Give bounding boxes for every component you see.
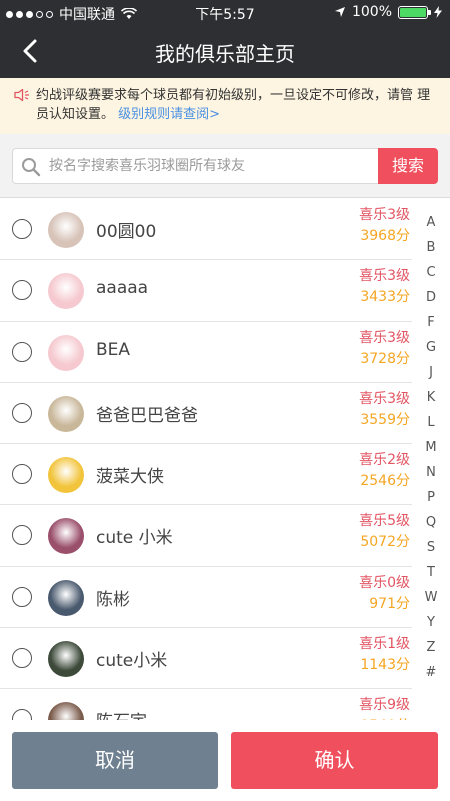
confirm-button[interactable]: 确认 (231, 732, 438, 789)
avatar (48, 334, 84, 371)
page-title: 我的俱乐部主页 (155, 42, 295, 66)
select-radio[interactable] (12, 341, 32, 362)
member-name: 爸爸巴巴爸爸 (96, 405, 198, 426)
index-letter[interactable]: D (418, 285, 444, 310)
member-level: 喜乐2级 (359, 452, 410, 469)
select-radio[interactable] (12, 586, 32, 607)
notice-banner: 约战评级赛要求每个球员都有初始级别，一旦设定不可修改，请管 理员认知设置。 级别… (0, 78, 450, 134)
avatar (48, 395, 84, 432)
index-letter[interactable]: S (418, 535, 444, 560)
rules-link[interactable]: 级别规则请查阅> (118, 107, 220, 122)
member-score: 2546分 (360, 473, 410, 490)
search-icon (22, 158, 41, 177)
nav-bar: 我的俱乐部主页 (0, 26, 450, 78)
select-radio[interactable] (12, 709, 32, 720)
member-score: 3728分 (360, 350, 410, 367)
index-letter[interactable]: W (418, 585, 444, 610)
select-radio[interactable] (12, 525, 32, 546)
index-letter[interactable]: T (418, 560, 444, 585)
member-row[interactable]: BEA 喜乐3级 3728分 (0, 322, 412, 383)
member-row[interactable]: 菠菜大侠 喜乐2级 2546分 (0, 444, 412, 506)
index-letter[interactable]: B (418, 235, 444, 260)
search-button[interactable]: 搜索 (378, 148, 438, 184)
member-name: BEA (96, 339, 131, 360)
index-letter[interactable]: # (418, 660, 444, 685)
member-name: 菠菜大侠 (96, 467, 164, 488)
index-letter[interactable]: Y (418, 610, 444, 635)
index-letter[interactable]: F (418, 310, 444, 335)
member-level: 喜乐3级 (359, 268, 410, 285)
member-level: 喜乐3级 (359, 390, 410, 407)
select-radio[interactable] (12, 648, 32, 669)
member-name: 00圆00 (96, 222, 157, 242)
member-list: 00圆00 喜乐3级 3968分 aaaaa 喜乐3级 3433分 BEA 喜乐3级 3728分… (0, 199, 412, 720)
member-score: 971分 (369, 595, 410, 612)
member-score: 3433分 (360, 289, 410, 306)
index-letter[interactable]: M (418, 435, 444, 460)
member-row[interactable]: 爸爸巴巴爸爸 喜乐3级 3559分 (0, 383, 412, 445)
member-score: 3968分 (360, 228, 410, 244)
member-name: 陈彬 (96, 589, 130, 610)
member-level: 喜乐0级 (359, 574, 410, 591)
index-letter[interactable]: G (418, 335, 444, 360)
member-score: 5072分 (360, 534, 410, 551)
member-row[interactable]: 陈彬 喜乐0级 971分 (0, 567, 412, 629)
member-name: cute 小米 (96, 528, 173, 549)
index-letter[interactable]: K (418, 385, 444, 410)
avatar (48, 212, 84, 248)
member-row[interactable]: aaaaa 喜乐3级 3433分 (0, 260, 412, 322)
avatar (48, 273, 84, 310)
notice-text: 约战评级赛要求每个球员都有初始级别，一旦设定不可修改，请管 理员认知设置。 (36, 88, 431, 122)
avatar (48, 518, 84, 555)
select-radio[interactable] (12, 280, 32, 301)
speaker-icon (14, 88, 29, 102)
member-score: 1143分 (360, 657, 410, 674)
index-letter[interactable]: P (418, 485, 444, 510)
member-level: 喜乐1级 (359, 636, 410, 653)
select-radio[interactable] (12, 464, 32, 485)
member-level: 喜乐3级 (359, 329, 410, 346)
status-bar: 中国联通 下午5:57 100% (0, 0, 450, 26)
select-radio[interactable] (12, 219, 32, 239)
member-name: aaaaa (96, 278, 149, 299)
alphabet-index[interactable]: A B C D F G J K L M N P Q S T W Y Z # (418, 210, 444, 685)
member-row[interactable]: 00圆00 喜乐3级 3968分 (0, 199, 412, 261)
cancel-button[interactable]: 取消 (12, 732, 218, 789)
index-letter[interactable]: Z (418, 635, 444, 660)
member-row[interactable]: cute小米 喜乐1级 1143分 (0, 628, 412, 690)
member-name: cute小米 (96, 651, 168, 672)
avatar (48, 702, 84, 720)
notice-text-block: 约战评级赛要求每个球员都有初始级别，一旦设定不可修改，请管 理员认知设置。 级别… (14, 86, 436, 124)
bottom-bar: 取消 确认 (0, 720, 450, 801)
avatar (48, 579, 84, 616)
select-radio[interactable] (12, 402, 32, 423)
member-row[interactable]: 陈石宇喜乐9级9540分 (0, 689, 412, 720)
battery-icon (398, 5, 431, 19)
member-name: 陈石宇 (96, 707, 147, 720)
index-letter[interactable]: C (418, 260, 444, 285)
member-level: 喜乐5级 (359, 513, 410, 530)
charging-icon (434, 6, 442, 18)
avatar (48, 457, 84, 494)
index-letter[interactable]: J (418, 360, 444, 385)
status-right: 100% (334, 4, 442, 20)
index-letter[interactable]: A (418, 210, 444, 235)
member-row[interactable]: cute 小米 喜乐5级 5072分 (0, 505, 412, 567)
search-box (12, 148, 378, 184)
index-letter[interactable]: Q (418, 510, 444, 535)
member-level: 喜乐3级 (359, 207, 410, 223)
index-letter[interactable]: N (418, 460, 444, 485)
member-score: 3559分 (360, 411, 410, 428)
battery-percent: 100% (351, 4, 392, 20)
top-bar: 中国联通 下午5:57 100% 我的俱乐部主页 (0, 0, 450, 78)
index-letter[interactable]: L (418, 410, 444, 435)
avatar (48, 641, 84, 678)
location-icon (334, 7, 345, 17)
search-input[interactable] (49, 149, 374, 183)
member-level: 喜乐9级 (359, 697, 410, 714)
search-bar: 搜索 (0, 134, 450, 198)
